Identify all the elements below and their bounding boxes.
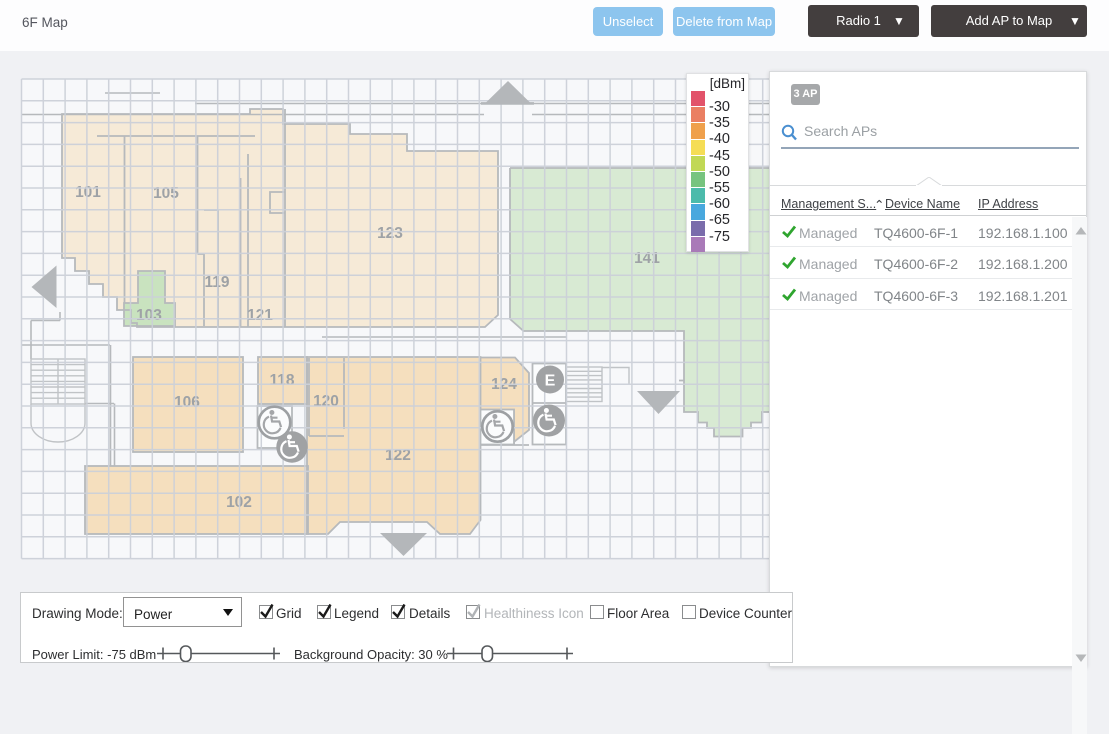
svg-text:121: 121: [247, 307, 273, 324]
svg-text:118: 118: [269, 372, 294, 389]
svg-text:103: 103: [136, 307, 162, 324]
svg-text:123: 123: [377, 225, 403, 242]
svg-text:141: 141: [634, 250, 660, 267]
svg-text:E: E: [545, 373, 556, 390]
svg-text:101: 101: [75, 184, 101, 201]
